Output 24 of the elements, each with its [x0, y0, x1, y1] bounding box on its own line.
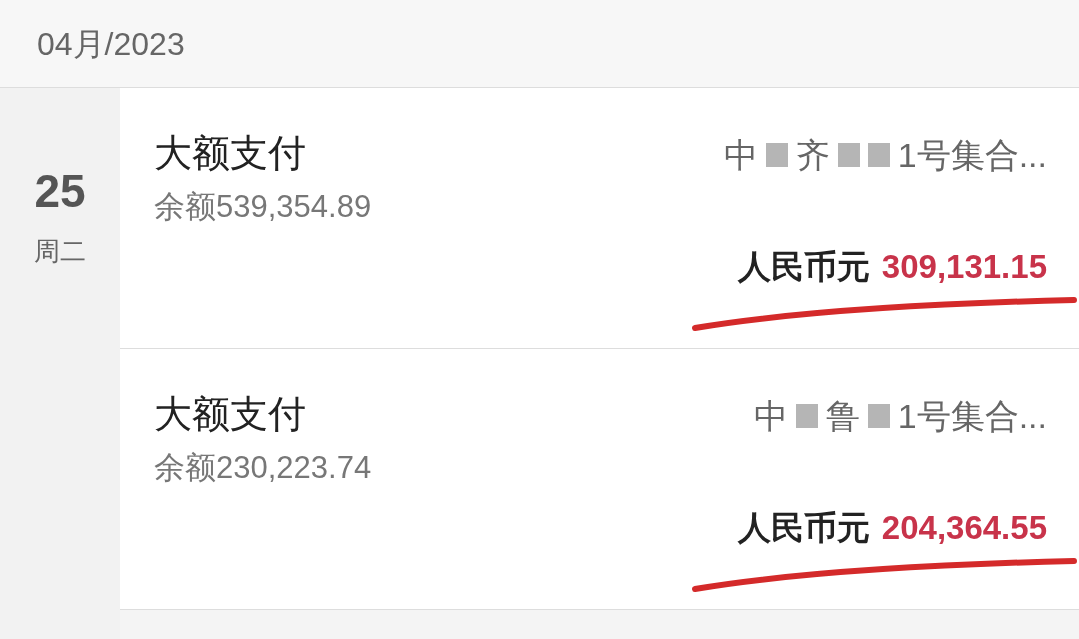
balance-text: 余额230,223.74: [154, 448, 373, 487]
balance-text: 余额539,354.89: [154, 187, 373, 226]
currency-label: 人民币元: [737, 247, 870, 287]
redaction-block: [795, 404, 818, 428]
redaction-block: [837, 143, 860, 167]
transaction-title: 大额支付: [154, 131, 307, 176]
redaction-block: [867, 143, 890, 167]
transaction-title: 大额支付: [154, 392, 307, 437]
counterparty-text: 鲁: [825, 395, 860, 437]
redaction-block: [765, 143, 788, 167]
counterparty-text: 齐: [795, 134, 830, 176]
counterparty-text: 1号集合...: [897, 134, 1047, 176]
transaction-row[interactable]: 大额支付 余额539,354.89 中 齐 1号集合... 人民币元 309,131.15: [120, 88, 1079, 349]
weekday-label: 周二: [34, 235, 86, 268]
day-number: 25: [34, 168, 86, 214]
month-label: 04月/2023: [37, 24, 185, 64]
amount-text: 309,131.15: [881, 247, 1047, 287]
counterparty-text: 中: [723, 134, 758, 176]
amount-text: 204,364.55: [881, 508, 1047, 548]
counterparty-text: 中: [753, 395, 788, 437]
redaction-block: [867, 404, 890, 428]
counterparty-text: 1号集合...: [897, 395, 1047, 437]
currency-label: 人民币元: [737, 508, 870, 548]
transaction-row[interactable]: 大额支付 余额230,223.74 中 鲁 1号集合... 人民币元 204,364.55: [120, 349, 1079, 610]
